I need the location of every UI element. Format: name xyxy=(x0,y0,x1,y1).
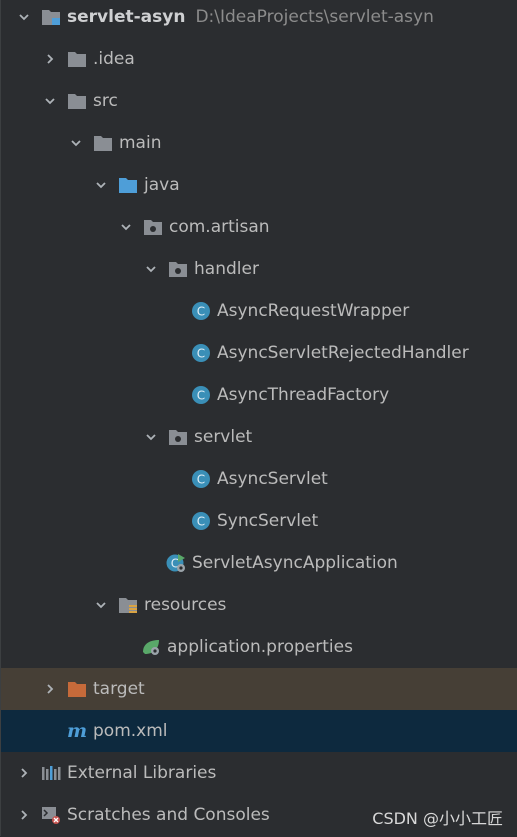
spring-properties-icon xyxy=(140,637,162,657)
csdn-watermark: CSDN @小小工匠 xyxy=(372,809,503,828)
tree-node-package-com-artisan[interactable]: com.artisan xyxy=(0,206,517,248)
tree-node-java[interactable]: java xyxy=(0,164,517,206)
chevron-right-icon[interactable] xyxy=(43,52,57,66)
project-name: servlet-asyn xyxy=(67,7,186,27)
spring-boot-run-class-icon: C xyxy=(165,553,187,573)
tree-node-idea[interactable]: .idea xyxy=(0,38,517,80)
folder-icon xyxy=(66,49,88,69)
tree-label: com.artisan xyxy=(169,217,270,237)
tree-label: AsyncRequestWrapper xyxy=(217,301,410,321)
tree-label: java xyxy=(144,175,180,195)
tree-label: AsyncServletRejectedHandler xyxy=(217,343,469,363)
tree-label: pom.xml xyxy=(93,721,168,741)
tree-label: AsyncThreadFactory xyxy=(217,385,390,405)
tree-label: application.properties xyxy=(167,637,353,657)
folder-icon xyxy=(92,133,114,153)
tree-label: main xyxy=(119,133,162,153)
chevron-right-icon[interactable] xyxy=(17,766,31,780)
chevron-down-icon[interactable] xyxy=(43,94,57,108)
class-icon: C xyxy=(190,385,212,405)
class-icon: C xyxy=(190,343,212,363)
tree-node-pom-xml[interactable]: m pom.xml xyxy=(0,710,517,752)
tree-label: AsyncServlet xyxy=(217,469,328,489)
tree-label: target xyxy=(93,679,145,699)
svg-text:C: C xyxy=(197,515,205,529)
class-icon: C xyxy=(190,511,212,531)
excluded-folder-icon xyxy=(66,679,88,699)
libraries-icon xyxy=(40,763,62,783)
svg-text:C: C xyxy=(197,347,205,361)
tree-label: Scratches and Consoles xyxy=(67,805,270,825)
tree-node-class[interactable]: C AsyncRequestWrapper xyxy=(0,290,517,332)
maven-icon: m xyxy=(66,721,88,741)
package-icon xyxy=(167,259,189,279)
scratches-icon xyxy=(40,805,62,825)
chevron-right-icon[interactable] xyxy=(43,682,57,696)
tree-label: External Libraries xyxy=(67,763,217,783)
resources-folder-icon xyxy=(117,595,139,615)
package-icon xyxy=(167,427,189,447)
tree-node-spring-app-class[interactable]: C ServletAsyncApplication xyxy=(0,542,517,584)
chevron-down-icon[interactable] xyxy=(144,262,158,276)
folder-icon xyxy=(66,91,88,111)
tree-node-resources[interactable]: resources xyxy=(0,584,517,626)
chevron-right-icon[interactable] xyxy=(17,808,31,822)
tree-node-class[interactable]: C AsyncThreadFactory xyxy=(0,374,517,416)
chevron-down-icon[interactable] xyxy=(119,220,133,234)
chevron-down-icon[interactable] xyxy=(94,178,108,192)
tree-node-properties-file[interactable]: application.properties xyxy=(0,626,517,668)
tree-node-main[interactable]: main xyxy=(0,122,517,164)
tree-label: ServletAsyncApplication xyxy=(192,553,398,573)
tree-node-src[interactable]: src xyxy=(0,80,517,122)
tree-node-external-libraries[interactable]: External Libraries xyxy=(0,752,517,794)
tree-label: resources xyxy=(144,595,227,615)
class-icon: C xyxy=(190,301,212,321)
tree-node-class[interactable]: C AsyncServletRejectedHandler xyxy=(0,332,517,374)
module-folder-icon xyxy=(40,7,62,27)
tree-node-project-root[interactable]: servlet-asyn D:\IdeaProjects\servlet-asy… xyxy=(0,0,517,38)
chevron-down-icon[interactable] xyxy=(69,136,83,150)
tree-label: servlet xyxy=(194,427,253,447)
tree-node-target[interactable]: target xyxy=(0,668,517,710)
chevron-down-icon[interactable] xyxy=(94,598,108,612)
tree-label: SyncServlet xyxy=(217,511,319,531)
chevron-down-icon[interactable] xyxy=(144,430,158,444)
source-folder-icon xyxy=(117,175,139,195)
chevron-down-icon[interactable] xyxy=(17,10,31,24)
project-path: D:\IdeaProjects\servlet-asyn xyxy=(195,7,434,27)
class-icon: C xyxy=(190,469,212,489)
tree-label: .idea xyxy=(93,49,135,69)
tree-node-package-servlet[interactable]: servlet xyxy=(0,416,517,458)
tree-node-class[interactable]: C AsyncServlet xyxy=(0,458,517,500)
svg-text:m: m xyxy=(67,721,87,741)
svg-text:C: C xyxy=(197,389,205,403)
tree-label: handler xyxy=(194,259,259,279)
package-icon xyxy=(142,217,164,237)
tree-node-package-handler[interactable]: handler xyxy=(0,248,517,290)
tree-label: src xyxy=(93,91,118,111)
svg-text:C: C xyxy=(197,473,205,487)
tree-node-class[interactable]: C SyncServlet xyxy=(0,500,517,542)
svg-text:C: C xyxy=(197,305,205,319)
